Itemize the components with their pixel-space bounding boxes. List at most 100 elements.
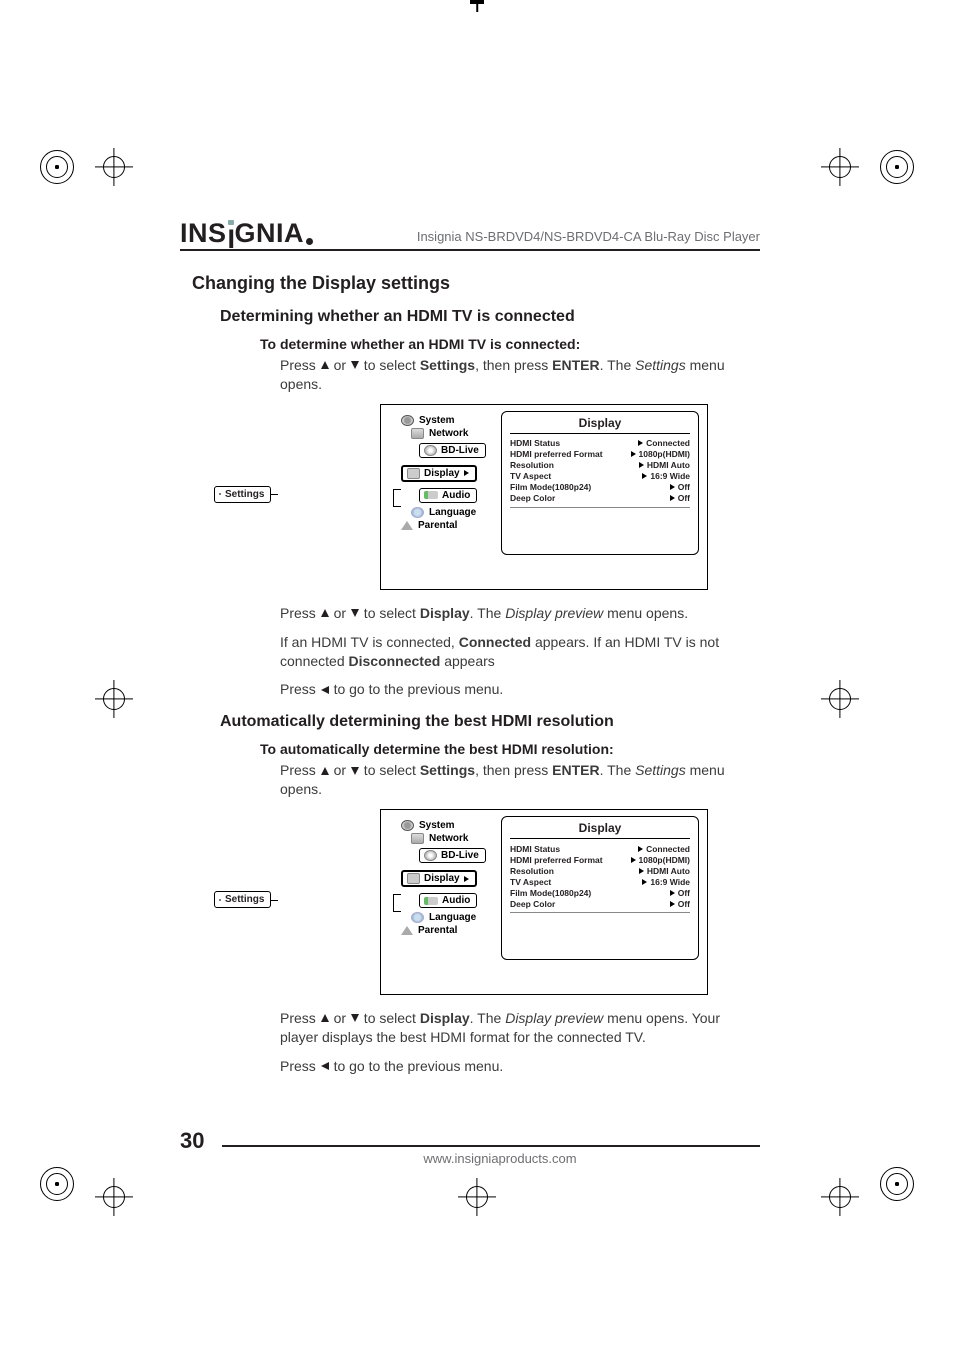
down-triangle-icon <box>351 609 359 617</box>
instruction-text: Press or to select Settings, then press … <box>280 356 760 394</box>
osd-row-value: Off <box>678 482 690 492</box>
crosshair-mark <box>95 1178 133 1216</box>
osd-row-value: HDMI Auto <box>647 866 690 876</box>
osd-menu-parental: Parental <box>418 520 457 531</box>
up-triangle-icon <box>321 767 329 775</box>
osd-row-label: Resolution <box>510 460 554 470</box>
osd-row-label: Film Mode(1080p24) <box>510 888 591 898</box>
osd-row-value: 16:9 Wide <box>650 471 690 481</box>
page-number: 30 <box>180 1130 204 1152</box>
step-heading: To automatically determine the best HDMI… <box>260 741 760 757</box>
parental-icon <box>401 926 413 935</box>
section-heading: Changing the Display settings <box>192 273 760 294</box>
instruction-text: Press to go to the previous menu. <box>280 680 760 699</box>
osd-menu-display: Display <box>424 873 460 884</box>
audio-icon <box>424 491 438 499</box>
up-triangle-icon <box>321 361 329 369</box>
osd-menu-bdlive: BD-Live <box>441 850 479 861</box>
up-triangle-icon <box>321 609 329 617</box>
network-icon <box>411 833 424 844</box>
instruction-text: Press or to select Display. The Display … <box>280 604 760 623</box>
page-footer: 30 www.insigniaproducts.com <box>180 1130 760 1166</box>
osd-menu-system: System <box>419 820 455 831</box>
right-triangle-icon <box>631 857 636 863</box>
instruction-text: Press to go to the previous menu. <box>280 1057 760 1076</box>
osd-settings-chip: Settings <box>214 891 271 908</box>
gear-icon <box>401 415 414 426</box>
instruction-text: If an HDMI TV is connected, Connected ap… <box>280 633 760 671</box>
osd-menu-display: Display <box>424 468 460 479</box>
gear-icon <box>401 820 414 831</box>
osd-row-label: Deep Color <box>510 493 555 503</box>
osd-menu-audio: Audio <box>442 490 470 501</box>
crop-tick-top <box>470 0 484 4</box>
osd-settings-chip: Settings <box>214 486 271 503</box>
left-triangle-icon <box>321 686 329 694</box>
gear-icon <box>219 899 221 901</box>
instruction-text: Press or to select Display. The Display … <box>280 1009 760 1047</box>
crosshair-mark <box>821 680 859 718</box>
footer-url: www.insigniaproducts.com <box>240 1151 760 1166</box>
osd-row-value: 1080p(HDMI) <box>639 855 690 865</box>
osd-menu-network: Network <box>429 833 468 844</box>
osd-screenshot: System Network BD-Live Display Audio Lan… <box>380 809 708 995</box>
footer-divider <box>222 1145 760 1147</box>
osd-bracket <box>393 894 401 912</box>
right-triangle-icon <box>639 462 644 468</box>
display-icon <box>407 873 420 884</box>
registration-mark <box>40 150 74 184</box>
right-triangle-icon <box>464 470 469 476</box>
crosshair-mark <box>95 148 133 186</box>
down-triangle-icon <box>351 767 359 775</box>
osd-row-value: Off <box>678 493 690 503</box>
right-triangle-icon <box>670 901 675 907</box>
osd-row-label: Film Mode(1080p24) <box>510 482 591 492</box>
osd-row-label: HDMI preferred Format <box>510 449 603 459</box>
osd-row-value: 16:9 Wide <box>650 877 690 887</box>
right-triangle-icon <box>639 868 644 874</box>
osd-display-panel: Display HDMI StatusConnected HDMI prefer… <box>501 411 699 555</box>
left-triangle-icon <box>321 1062 329 1070</box>
osd-row-label: HDMI preferred Format <box>510 855 603 865</box>
osd-row-value: Off <box>678 888 690 898</box>
osd-menu-language: Language <box>429 912 476 923</box>
osd-row-value: HDMI Auto <box>647 460 690 470</box>
right-triangle-icon <box>631 451 636 457</box>
right-triangle-icon <box>670 495 675 501</box>
osd-menu-audio: Audio <box>442 895 470 906</box>
osd-panel-title: Display <box>510 821 690 839</box>
osd-row-label: Deep Color <box>510 899 555 909</box>
audio-icon <box>424 897 438 905</box>
globe-icon <box>411 912 424 923</box>
crosshair-mark <box>821 1178 859 1216</box>
osd-settings-label: Settings <box>225 489 264 500</box>
crosshair-mark <box>458 1178 496 1216</box>
right-triangle-icon <box>642 879 647 885</box>
crosshair-mark <box>95 680 133 718</box>
osd-sidebar: System Network BD-Live Display Audio Lan… <box>401 818 487 938</box>
network-icon <box>411 428 424 439</box>
osd-menu-network: Network <box>429 428 468 439</box>
right-triangle-icon <box>464 876 469 882</box>
disc-icon <box>424 850 437 861</box>
right-triangle-icon <box>638 846 643 852</box>
subsection-heading-best-resolution: Automatically determining the best HDMI … <box>220 713 760 731</box>
osd-row-value: Connected <box>646 438 690 448</box>
down-triangle-icon <box>351 1014 359 1022</box>
up-triangle-icon <box>321 1014 329 1022</box>
brand-logo: INSGNIA <box>180 220 313 247</box>
globe-icon <box>411 507 424 518</box>
osd-row-label: TV Aspect <box>510 471 551 481</box>
instruction-text: Press or to select Settings, then press … <box>280 761 760 799</box>
right-triangle-icon <box>670 484 675 490</box>
osd-menu-language: Language <box>429 507 476 518</box>
disc-icon <box>424 445 437 456</box>
osd-row-value: Off <box>678 899 690 909</box>
osd-bracket <box>393 489 401 507</box>
brand-text-right: GNIA <box>235 220 305 247</box>
model-line: Insignia NS-BRDVD4/NS-BRDVD4-CA Blu-Ray … <box>323 229 760 247</box>
brand-accent-i <box>228 226 234 243</box>
osd-row-label: TV Aspect <box>510 877 551 887</box>
down-triangle-icon <box>351 361 359 369</box>
gear-icon <box>219 493 221 495</box>
